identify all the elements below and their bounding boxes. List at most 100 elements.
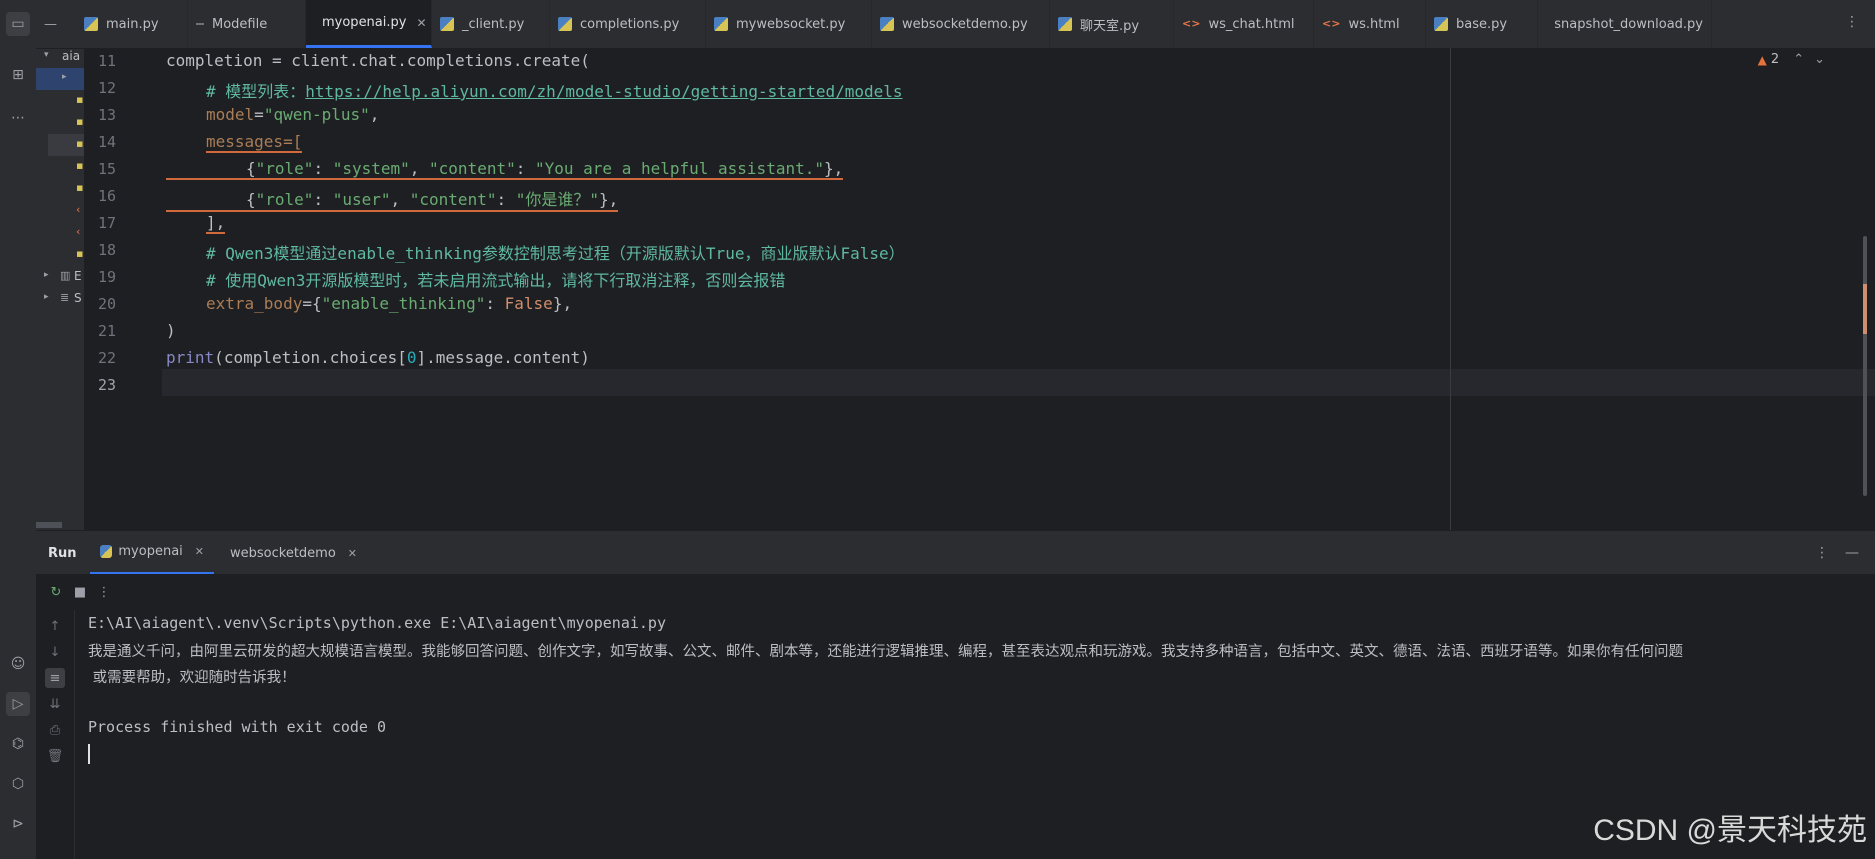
tab-label: main.py: [106, 16, 159, 32]
token: {: [311, 294, 322, 313]
tab-py[interactable]: 聊天室.py: [1050, 0, 1174, 48]
line-number: 15: [97, 160, 116, 178]
trash-icon[interactable]: 🗑: [45, 746, 65, 766]
arrow-up-icon[interactable]: ↑: [45, 616, 65, 636]
minimize-icon[interactable]: —: [1845, 531, 1859, 575]
tree-root-label: aia: [62, 49, 81, 63]
scroll-to-end-icon[interactable]: ⇊: [45, 694, 65, 714]
tab-myopenai-py[interactable]: myopenai.py ✕: [306, 0, 432, 48]
tree-item-file[interactable]: ▪: [36, 112, 84, 134]
tab-completions-py[interactable]: completions.py: [550, 0, 706, 48]
line-number-gutter: 11 12 13 14 15 16 17 18 19 20 21 22 23: [84, 48, 162, 530]
services-icon[interactable]: ⊳: [6, 812, 30, 836]
stop-icon[interactable]: ■: [70, 582, 90, 602]
python-file-icon: ▪: [76, 93, 84, 106]
run-icon[interactable]: ▷: [6, 692, 30, 716]
token: },: [599, 190, 619, 209]
tree-item-file[interactable]: ‹: [36, 222, 84, 244]
project-folder-icon[interactable]: ▭: [6, 12, 30, 36]
doc-link[interactable]: https://help.aliyun.com/zh/model-studio/…: [305, 82, 902, 101]
close-icon[interactable]: ✕: [195, 545, 204, 558]
tree-item-file[interactable]: ▪: [36, 156, 84, 178]
tab-label: snapshot_download.py: [1554, 16, 1703, 32]
tree-item-file[interactable]: ▪: [36, 178, 84, 200]
token: (: [214, 348, 224, 367]
code-line-12: # 模型列表：https://help.aliyun.com/zh/model-…: [206, 78, 903, 102]
tree-item-venv[interactable]: ▸: [36, 68, 84, 90]
run-title: Run: [48, 545, 77, 561]
token: },: [823, 159, 844, 178]
chevron-up-icon[interactable]: ⌃: [1793, 52, 1804, 67]
rerun-icon[interactable]: ↻: [46, 582, 66, 602]
tree-item-file[interactable]: ▪: [36, 90, 84, 112]
print-icon[interactable]: ⎙: [45, 720, 65, 740]
token: .: [512, 51, 523, 70]
tree-item-file[interactable]: ‹: [36, 200, 84, 222]
python-file-icon: [440, 17, 454, 31]
token: extra_body: [206, 294, 303, 313]
tree-item-scratches[interactable]: ▸ ≣ S: [36, 288, 84, 310]
tab-client-py[interactable]: _client.py: [432, 0, 550, 48]
inspection-widget[interactable]: ▲ 2 ⌃ ⌄: [1758, 52, 1825, 67]
comment: # 模型列表：: [206, 82, 306, 101]
python-packages-icon[interactable]: ⬡: [6, 772, 30, 796]
html-file-icon: <>: [1182, 17, 1201, 30]
token: .: [349, 51, 359, 70]
console-line-response-cont: 或需要帮助，欢迎随时告诉我！: [88, 670, 296, 686]
token: "role": [255, 190, 314, 209]
warning-icon: ▲: [1757, 52, 1767, 67]
tab-modefile[interactable]: Modefile: [188, 0, 306, 48]
run-tab-myopenai[interactable]: myopenai ✕: [90, 531, 214, 575]
token: choices: [329, 348, 398, 367]
more-options-icon[interactable]: ⋮: [1815, 531, 1829, 575]
ai-assistant-icon[interactable]: ☺: [6, 652, 30, 676]
close-icon[interactable]: ✕: [348, 547, 357, 560]
run-tab-websocketdemo[interactable]: websocketdemo ✕: [214, 531, 357, 575]
line-number: 21: [97, 322, 116, 340]
tab-snapshot-download-py[interactable]: snapshot_download.py: [1538, 0, 1712, 48]
token: :: [515, 159, 535, 178]
token: (: [580, 51, 590, 70]
arrow-down-icon[interactable]: ↓: [45, 642, 65, 662]
token: .: [503, 348, 513, 367]
console-side-toolbar: ↑ ↓ ≡ ⇊ ⎙ 🗑: [36, 610, 75, 859]
vertical-scrollbar[interactable]: [1863, 236, 1867, 496]
soft-wrap-icon[interactable]: ≡: [45, 668, 65, 688]
token: "content": [409, 190, 497, 209]
warning-marker[interactable]: [1863, 284, 1867, 334]
python-file-icon: ▪: [76, 247, 84, 260]
minimize-icon: —: [44, 16, 57, 32]
tab-bar-menu[interactable]: —: [36, 0, 62, 48]
html-file-icon: <>: [1322, 17, 1341, 30]
python-file-icon: [1434, 17, 1448, 31]
chevron-down-icon[interactable]: ⌄: [1814, 52, 1825, 67]
tree-item-file[interactable]: ▪: [36, 244, 84, 266]
code-editor[interactable]: 11 12 13 14 15 16 17 18 19 20 21 22 23 ▲ 2 ⌃ ⌄ compl…: [84, 48, 1875, 530]
token: ): [166, 321, 176, 340]
tab-mywebsocket-py[interactable]: mywebsocket.py: [706, 0, 872, 48]
structure-icon[interactable]: ⊞: [6, 63, 30, 87]
tab-label: completions.py: [580, 16, 680, 32]
more-tools-icon[interactable]: ⋯: [6, 106, 30, 130]
token: chat: [358, 51, 398, 70]
tree-item-file-selected[interactable]: ▪: [48, 134, 84, 156]
token: =: [262, 51, 292, 70]
editor-tab-bar: — main.py Modefile myopenai.py ✕ _client.py c…: [36, 0, 1875, 49]
tree-item-external-libraries[interactable]: ▸ ▥ E: [36, 266, 84, 288]
more-options-icon[interactable]: ⋮: [1845, 14, 1859, 30]
tab-base-py[interactable]: base.py: [1426, 0, 1538, 48]
tree-root[interactable]: ▾ aia: [36, 46, 84, 68]
tab-ws-chat-html[interactable]: <> ws_chat.html: [1174, 0, 1314, 48]
python-console-icon[interactable]: ⌬: [6, 732, 30, 756]
run-toolbar: ↻ ■ ⋮: [36, 574, 1875, 610]
tab-main-py[interactable]: main.py: [76, 0, 188, 48]
more-options-icon[interactable]: ⋮: [94, 582, 114, 602]
token: ,: [390, 190, 410, 209]
python-file-icon: [880, 17, 894, 31]
token: {: [246, 190, 256, 209]
horizontal-scrollbar[interactable]: [36, 522, 62, 528]
close-icon[interactable]: ✕: [416, 16, 426, 30]
tab-ws-html[interactable]: <> ws.html: [1314, 0, 1426, 48]
token: "enable_thinking": [321, 294, 486, 313]
tab-websocketdemo-py[interactable]: websocketdemo.py: [872, 0, 1050, 48]
